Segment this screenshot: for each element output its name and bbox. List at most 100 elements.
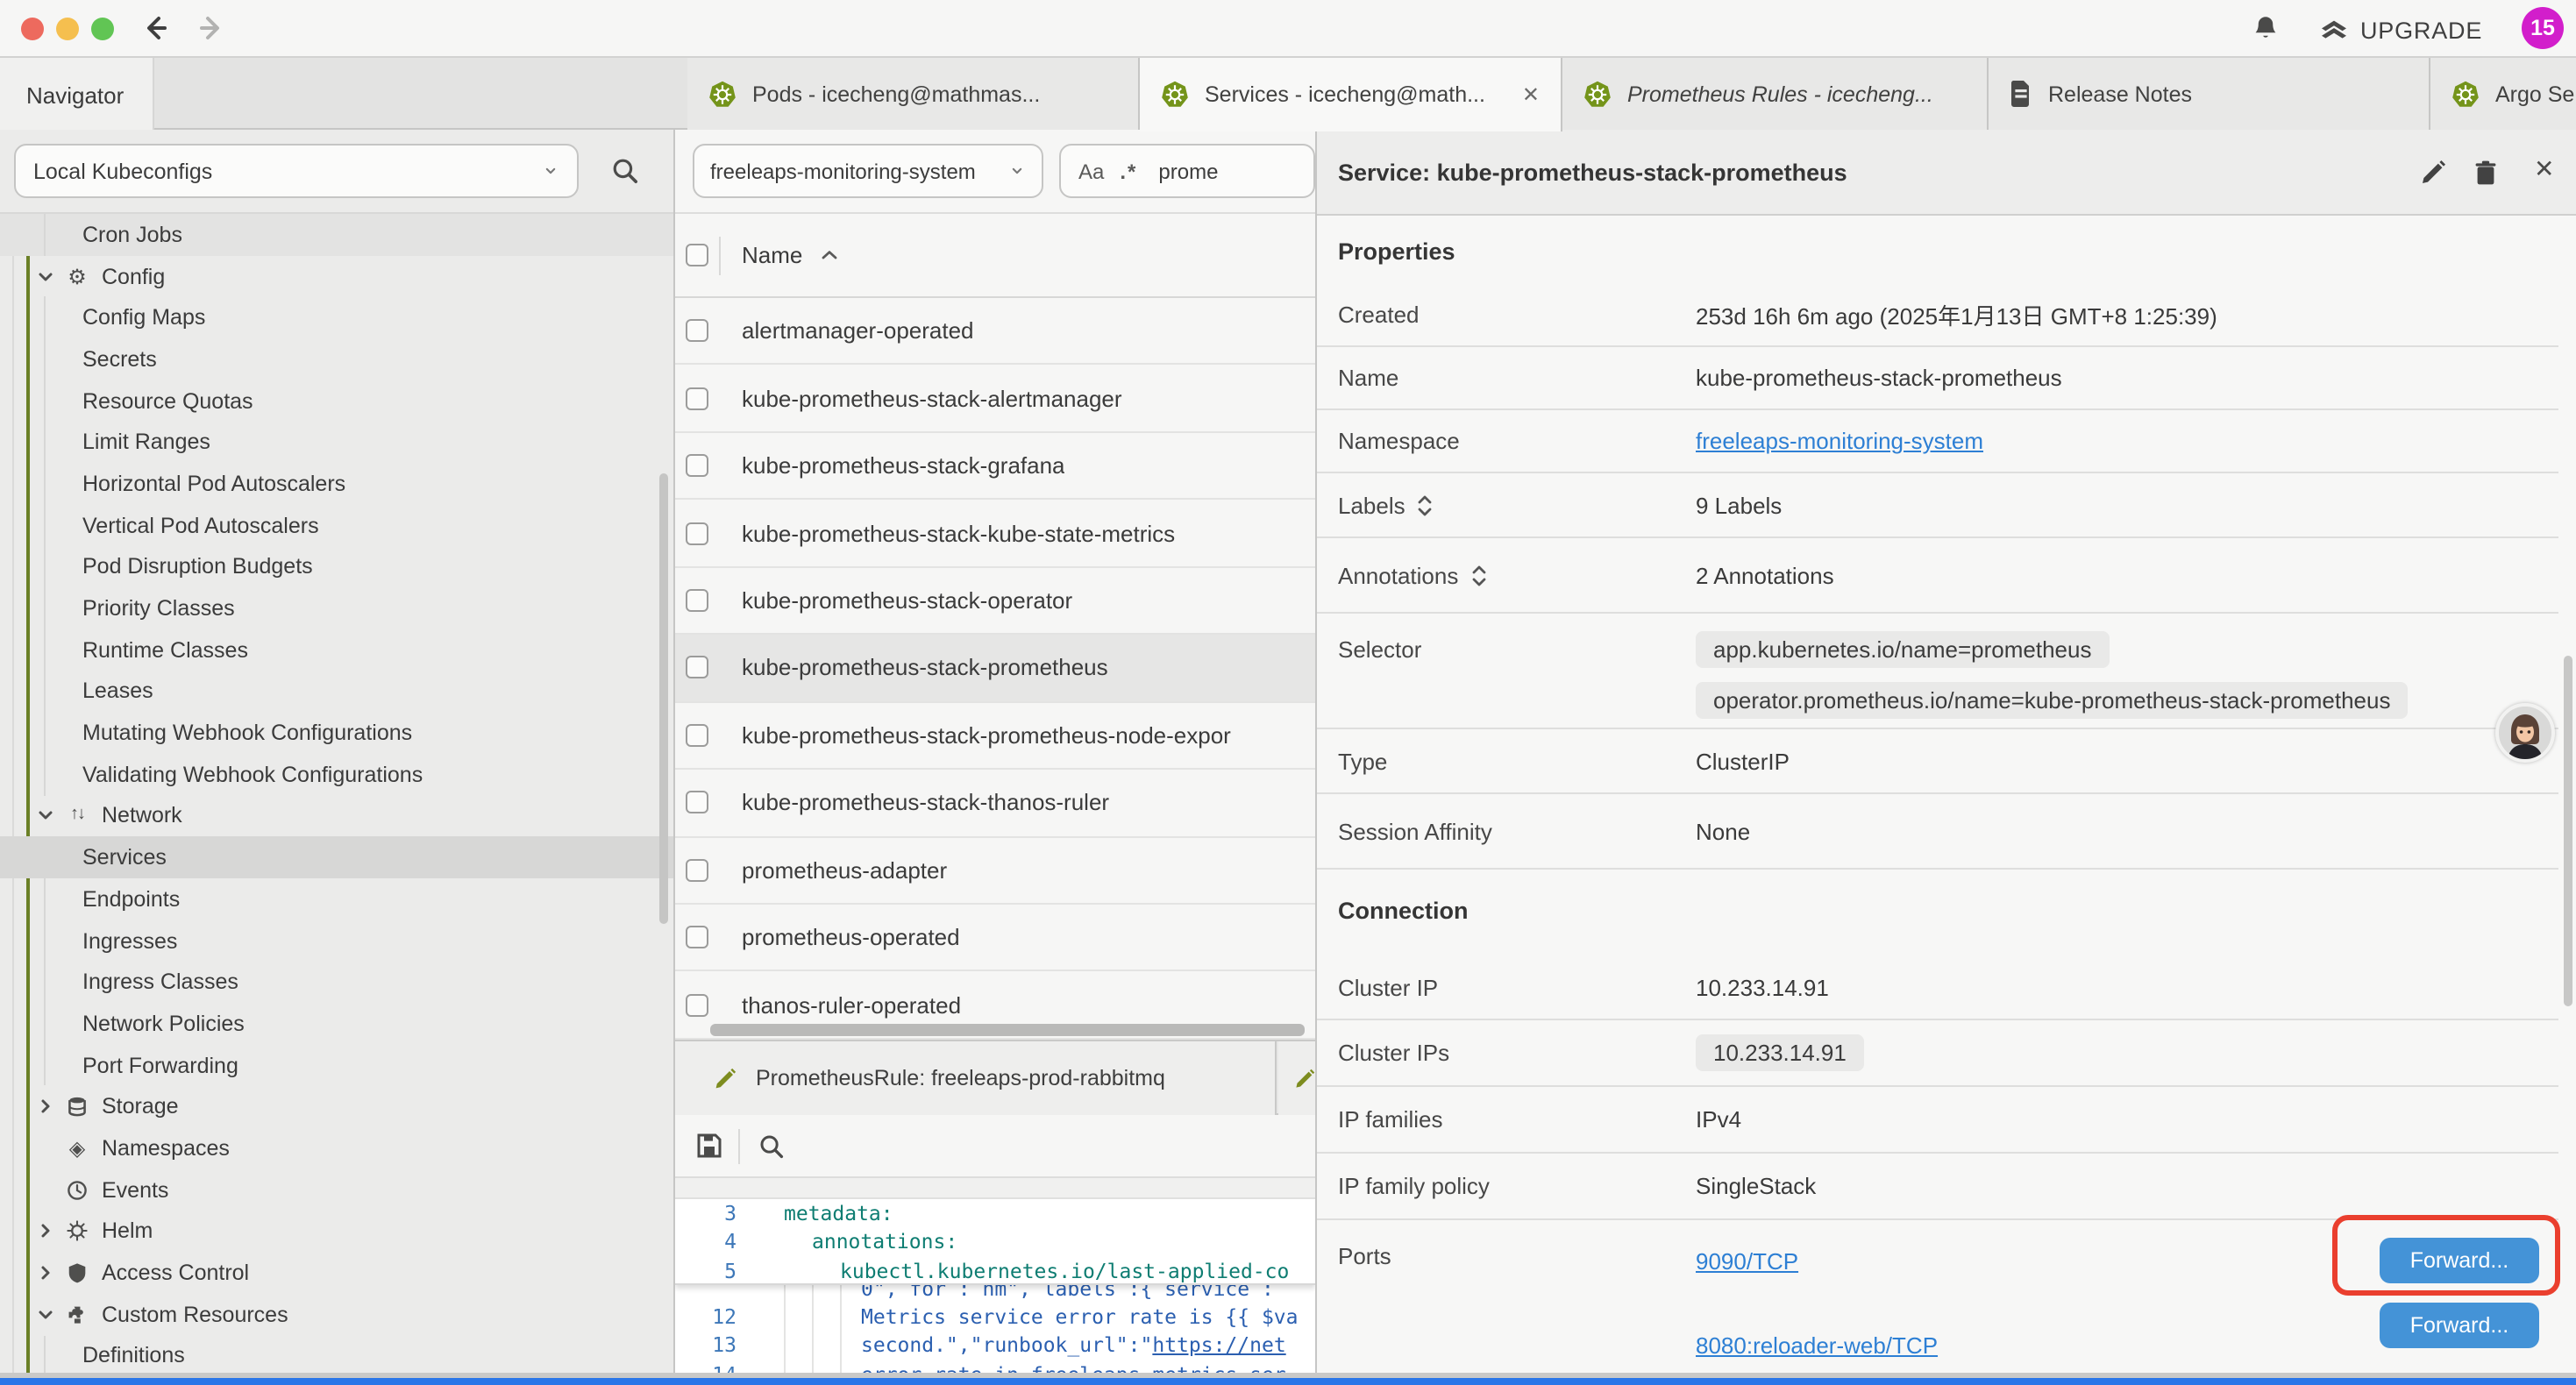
sidebar-item-events[interactable]: Events (0, 1169, 673, 1211)
table-row-selected[interactable]: kube-prometheus-stack-prometheus (675, 635, 1315, 702)
sidebar-item-storage[interactable]: Storage (0, 1086, 673, 1127)
editor-search-icon[interactable] (759, 1133, 784, 1158)
sidebar-item-ingresses[interactable]: Ingresses (0, 920, 673, 961)
table-row[interactable]: kube-prometheus-stack-thanos-ruler (675, 770, 1315, 837)
row-checkbox[interactable] (686, 993, 708, 1016)
sidebar-item-horizontal-pod-autoscalers[interactable]: Horizontal Pod Autoscalers (0, 463, 673, 504)
zoom-window-button[interactable] (91, 18, 114, 40)
forward-button-8080[interactable]: Forward... (2380, 1303, 2539, 1348)
sidebar-item-pod-disruption-budgets[interactable]: Pod Disruption Budgets (0, 546, 673, 587)
row-checkbox[interactable] (686, 589, 708, 612)
sidebar-item-priority-classes[interactable]: Priority Classes (0, 587, 673, 629)
chevron-right-icon[interactable] (37, 1098, 54, 1116)
tab-argo[interactable]: Argo Se (2430, 58, 2576, 130)
table-row[interactable]: kube-prometheus-stack-prometheus-node-ex… (675, 702, 1315, 770)
editor-tab-prometheusrule[interactable]: PrometheusRule: freeleaps-prod-rabbitmq (675, 1041, 1277, 1115)
table-row[interactable]: kube-prometheus-stack-operator (675, 568, 1315, 636)
row-checkbox[interactable] (686, 657, 708, 679)
horizontal-scrollbar[interactable] (710, 1024, 1305, 1036)
sidebar-item-runtime-classes[interactable]: Runtime Classes (0, 629, 673, 671)
row-checkbox[interactable] (686, 387, 708, 409)
chevron-right-icon[interactable] (37, 1223, 54, 1240)
chevron-down-icon[interactable] (37, 807, 54, 825)
forward-button[interactable] (196, 12, 228, 44)
sidebar-item-vertical-pod-autoscalers[interactable]: Vertical Pod Autoscalers (0, 505, 673, 546)
match-case-toggle[interactable]: Aa (1078, 159, 1104, 183)
port-link-9090[interactable]: 9090/TCP (1696, 1247, 1798, 1274)
sidebar-item-config-maps[interactable]: Config Maps (0, 297, 673, 338)
tab-prometheus-rules[interactable]: Prometheus Rules - icecheng... (1562, 58, 1989, 130)
sidebar-item-cron-jobs[interactable]: Cron Jobs (0, 214, 673, 255)
sidebar-item-mutating-webhook-configurations[interactable]: Mutating Webhook Configurations (0, 713, 673, 754)
sidebar-item-config[interactable]: ⚙Config (0, 255, 673, 296)
row-checkbox[interactable] (686, 522, 708, 544)
sidebar-item-port-forwarding[interactable]: Port Forwarding (0, 1045, 673, 1086)
select-all-checkbox[interactable] (686, 244, 708, 266)
expand-collapse-icon[interactable] (1470, 564, 1486, 586)
tab-services[interactable]: Services - icecheng@math... ✕ (1140, 58, 1562, 131)
regex-toggle[interactable]: .* (1120, 159, 1137, 183)
tab-release-notes[interactable]: Release Notes (1989, 58, 2430, 130)
sidebar-item-namespaces[interactable]: ◈Namespaces (0, 1127, 673, 1168)
sidebar-item-ingress-classes[interactable]: Ingress Classes (0, 962, 673, 1003)
chevron-right-icon[interactable] (37, 1264, 54, 1282)
kubeconfig-select[interactable]: Local Kubeconfigs (14, 144, 579, 198)
table-row[interactable]: prometheus-operated (675, 905, 1315, 972)
sidebar-item-limit-ranges[interactable]: Limit Ranges (0, 422, 673, 463)
notification-count-badge[interactable]: 15 (2522, 7, 2564, 49)
yaml-editor[interactable]: 3metadata: 4annotations: 5kubectl.kubern… (675, 1199, 1315, 1373)
sidebar-item-definitions[interactable]: Definitions (0, 1335, 673, 1376)
yaml-url-link[interactable]: https://net (1152, 1333, 1285, 1358)
row-checkbox[interactable] (686, 858, 708, 881)
sidebar-item-helm[interactable]: Helm (0, 1211, 673, 1252)
sidebar-item-network-policies[interactable]: Network Policies (0, 1003, 673, 1044)
row-checkbox[interactable] (686, 319, 708, 342)
close-tab-icon[interactable]: ✕ (1522, 82, 1540, 107)
sidebar-item-services[interactable]: Services (0, 837, 673, 878)
row-checkbox[interactable] (686, 454, 708, 477)
detail-scrollbar[interactable] (2564, 656, 2572, 1006)
back-button[interactable] (139, 12, 170, 44)
row-checkbox[interactable] (686, 926, 708, 948)
sidebar-item-access-control[interactable]: Access Control (0, 1252, 673, 1293)
close-window-button[interactable] (21, 18, 44, 40)
table-row[interactable]: prometheus-adapter (675, 837, 1315, 905)
tab-navigator[interactable]: Navigator (0, 58, 154, 131)
table-row[interactable]: kube-prometheus-stack-alertmanager (675, 366, 1315, 433)
sidebar-item-validating-webhook-configurations[interactable]: Validating Webhook Configurations (0, 754, 673, 795)
sidebar-item-leases[interactable]: Leases (0, 671, 673, 712)
table-row[interactable]: alertmanager-operated (675, 298, 1315, 366)
yaml-string: Metrics service error rate is {{ $va (861, 1304, 1299, 1329)
sidebar-item-endpoints[interactable]: Endpoints (0, 878, 673, 920)
chevron-down-icon[interactable] (37, 267, 54, 285)
tab-pods[interactable]: Pods - icecheng@mathmas... (687, 58, 1140, 130)
minimize-window-button[interactable] (56, 18, 79, 40)
sidebar-item-custom-resources[interactable]: Custom Resources (0, 1294, 673, 1335)
sidebar-item-secrets[interactable]: Secrets (0, 338, 673, 380)
search-input[interactable]: Aa .* prome (1059, 144, 1315, 198)
port-link-8080[interactable]: 8080:reloader-web/TCP (1696, 1332, 1938, 1358)
sidebar-scrollbar[interactable] (659, 473, 668, 924)
edit-pencil-icon[interactable] (2420, 160, 2446, 186)
save-icon[interactable] (696, 1133, 722, 1159)
sidebar-item-network[interactable]: ↑↓Network (0, 795, 673, 836)
notifications-bell-icon[interactable] (2252, 14, 2280, 42)
row-checkbox[interactable] (686, 792, 708, 814)
tab-strip: Navigator Pods - icecheng@mathmas... Ser… (0, 58, 2576, 130)
namespace-link[interactable]: freeleaps-monitoring-system (1696, 428, 1983, 454)
table-row[interactable]: kube-prometheus-stack-kube-state-metrics (675, 501, 1315, 568)
editor-tab-next[interactable] (1278, 1041, 1315, 1115)
trash-icon[interactable] (2473, 160, 2499, 186)
sidebar-search-icon[interactable] (612, 158, 638, 184)
name-column-header[interactable]: Name (742, 242, 802, 268)
close-icon[interactable]: ✕ (2534, 154, 2554, 184)
table-row[interactable]: kube-prometheus-stack-grafana (675, 433, 1315, 501)
upgrade-button[interactable]: UPGRADE (2318, 11, 2482, 49)
sidebar-item-resource-quotas[interactable]: Resource Quotas (0, 380, 673, 422)
chevron-down-icon[interactable] (37, 1305, 54, 1323)
sort-ascending-icon[interactable] (820, 249, 837, 261)
avatar[interactable] (2495, 703, 2555, 763)
expand-collapse-icon[interactable] (1418, 494, 1434, 516)
namespace-select[interactable]: freeleaps-monitoring-system (693, 144, 1043, 198)
row-checkbox[interactable] (686, 724, 708, 747)
